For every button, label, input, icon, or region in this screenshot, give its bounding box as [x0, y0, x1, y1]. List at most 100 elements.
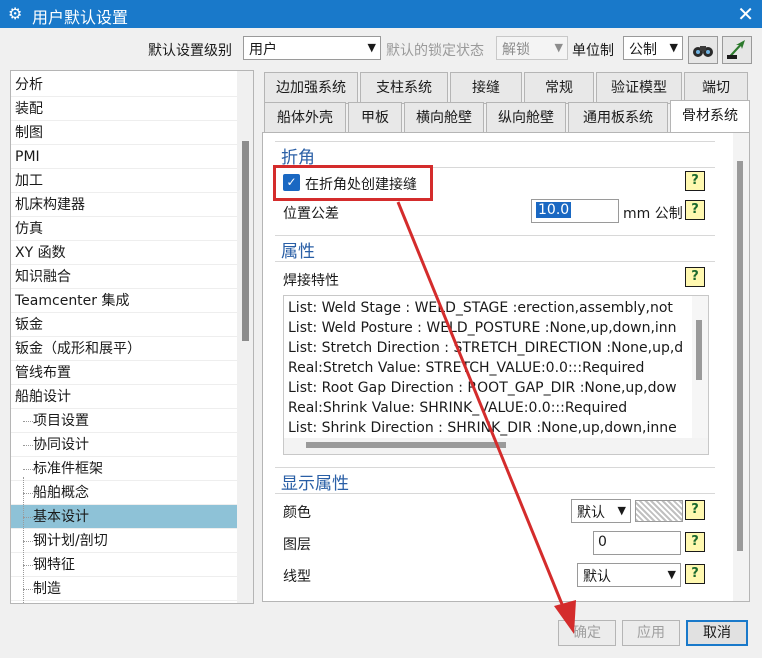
- tree-child-item[interactable]: 协同设计: [11, 433, 237, 457]
- color-label: 颜色: [283, 505, 311, 521]
- tab[interactable]: 甲板: [348, 102, 402, 134]
- tree-item[interactable]: XY 函数: [11, 241, 237, 265]
- tab[interactable]: 船体外壳: [264, 102, 346, 134]
- tree-connector: [23, 493, 33, 494]
- binoculars-icon: [693, 46, 713, 57]
- tab[interactable]: 支柱系统: [360, 72, 448, 104]
- level-dropdown[interactable]: 用户 ▼: [243, 36, 381, 60]
- tree-item[interactable]: 钣金（成形和展平）: [11, 337, 237, 361]
- tree-item[interactable]: Teamcenter 集成: [11, 289, 237, 313]
- help-icon[interactable]: [685, 200, 705, 220]
- tolerance-value: 10.0: [536, 202, 572, 218]
- weld-list-item[interactable]: List: Root Gap Direction : ROOT_GAP_DIR …: [288, 380, 677, 396]
- lock-value: 解锁: [502, 42, 530, 58]
- tree-item[interactable]: 加工: [11, 169, 237, 193]
- color-dropdown[interactable]: 默认 ▼: [571, 499, 631, 523]
- help-icon[interactable]: [685, 267, 705, 287]
- tree-scrollbar-thumb[interactable]: [242, 141, 249, 341]
- weld-properties-label: 焊接特性: [283, 273, 339, 289]
- tab[interactable]: 通用板系统: [568, 102, 668, 134]
- ok-button[interactable]: 确定: [558, 620, 616, 646]
- linetype-label: 线型: [283, 569, 311, 585]
- tree-item[interactable]: PMI: [11, 145, 237, 169]
- section-display-title: 显示属性: [275, 467, 715, 494]
- apply-button[interactable]: 应用: [622, 620, 680, 646]
- tree-item[interactable]: 知识融合: [11, 265, 237, 289]
- tab[interactable]: 横向舱壁: [404, 102, 484, 134]
- weld-list-item[interactable]: List: Shrink Direction : SHRINK_DIR :Non…: [288, 420, 677, 436]
- layer-input[interactable]: 0: [593, 531, 681, 555]
- tolerance-label: 位置公差: [283, 206, 339, 222]
- search-binoculars-button[interactable]: [688, 36, 718, 64]
- tree-connector: [23, 469, 33, 470]
- cancel-button[interactable]: 取消: [686, 620, 748, 646]
- tab[interactable]: 接缝: [450, 72, 522, 104]
- tool-arrow-icon: [727, 40, 745, 59]
- highlight-box: [273, 165, 433, 201]
- section-attributes-title: 属性: [275, 235, 715, 262]
- layer-value: 0: [598, 534, 607, 550]
- category-tree[interactable]: 分析 装配 制图 PMI 加工 机床构建器 仿真 XY 函数 知识融合 Teamcenter 集成…: [10, 70, 254, 604]
- color-swatch[interactable]: [635, 500, 683, 522]
- layer-label: 图层: [283, 537, 311, 553]
- linetype-dropdown[interactable]: 默认 ▼: [577, 563, 681, 587]
- chevron-down-icon: ▼: [367, 41, 376, 54]
- lock-dropdown[interactable]: 解锁 ▼: [496, 36, 568, 60]
- tree-child-item[interactable]: 项目设置: [11, 409, 237, 433]
- tree-item[interactable]: 机床构建器: [11, 193, 237, 217]
- tree-child-item[interactable]: 钢特征: [11, 553, 237, 577]
- tree-connector: [23, 541, 33, 542]
- level-value: 用户: [249, 42, 277, 58]
- weld-list-item[interactable]: Real:Stretch Value: STRETCH_VALUE:0.0:::…: [288, 360, 644, 376]
- tree-item[interactable]: 制图: [11, 121, 237, 145]
- weld-list-item[interactable]: List: Weld Stage : WELD_STAGE :erection,…: [288, 300, 673, 316]
- help-icon[interactable]: [685, 532, 705, 552]
- level-label: 默认设置级别: [148, 43, 232, 59]
- list-vscrollbar-thumb[interactable]: [696, 320, 702, 380]
- tree-child-item[interactable]: 钢计划/剖切: [11, 529, 237, 553]
- tree-child-item[interactable]: 基本设计: [11, 505, 237, 529]
- lock-label: 默认的锁定状态: [386, 43, 484, 59]
- tree-connector: [23, 517, 33, 518]
- help-icon[interactable]: [685, 171, 705, 191]
- gear-icon: ⚙: [8, 4, 23, 23]
- tab[interactable]: 骨材系统: [670, 100, 750, 134]
- help-icon[interactable]: [685, 500, 705, 520]
- tree-child-item[interactable]: 制造: [11, 577, 237, 601]
- tree-connector: [23, 445, 33, 446]
- window-title: 用户默认设置: [32, 8, 129, 27]
- tree-item[interactable]: 装配: [11, 97, 237, 121]
- tree-item[interactable]: 管线布置: [11, 361, 237, 385]
- arrow-tool-button[interactable]: [722, 36, 752, 64]
- tree-child-item[interactable]: 标准件框架: [11, 457, 237, 481]
- tab[interactable]: 纵向舱壁: [486, 102, 566, 134]
- tree-item[interactable]: 钣金: [11, 313, 237, 337]
- tree-connector: [23, 421, 33, 422]
- tolerance-input[interactable]: 10.0: [531, 199, 619, 223]
- tab[interactable]: 常规: [524, 72, 594, 104]
- tab[interactable]: 边加强系统: [264, 72, 358, 104]
- tree-connector: [23, 565, 33, 566]
- weld-list-item[interactable]: List: Stretch Direction : STRETCH_DIRECT…: [288, 340, 683, 356]
- help-icon[interactable]: [685, 564, 705, 584]
- tree-item[interactable]: 仿真: [11, 217, 237, 241]
- linetype-value: 默认: [583, 569, 611, 585]
- weld-properties-list[interactable]: List: Weld Stage : WELD_STAGE :erection,…: [283, 295, 709, 455]
- section-bend-title: 折角: [275, 141, 715, 168]
- list-hscrollbar-thumb[interactable]: [306, 442, 506, 448]
- unit-label: 单位制: [572, 43, 614, 59]
- weld-list-item[interactable]: Real:Shrink Value: SHRINK_VALUE:0.0:::Re…: [288, 400, 627, 416]
- chevron-down-icon: ▼: [554, 41, 563, 54]
- panel-scrollbar-thumb[interactable]: [737, 161, 743, 551]
- tree-item[interactable]: 船舶设计: [11, 385, 237, 409]
- tree-item[interactable]: 分析: [11, 73, 237, 97]
- tree-connector: [23, 477, 24, 603]
- tree-child-item[interactable]: 船舶概念: [11, 481, 237, 505]
- weld-list-item[interactable]: List: Weld Posture : WELD_POSTURE :None,…: [288, 320, 677, 336]
- color-value: 默认: [577, 505, 605, 521]
- chevron-down-icon: ▼: [617, 504, 626, 517]
- chevron-down-icon: ▼: [669, 41, 678, 54]
- close-icon[interactable]: ✕: [737, 2, 754, 26]
- tolerance-unit: mm 公制: [623, 206, 683, 222]
- unit-dropdown[interactable]: 公制 ▼: [623, 36, 683, 60]
